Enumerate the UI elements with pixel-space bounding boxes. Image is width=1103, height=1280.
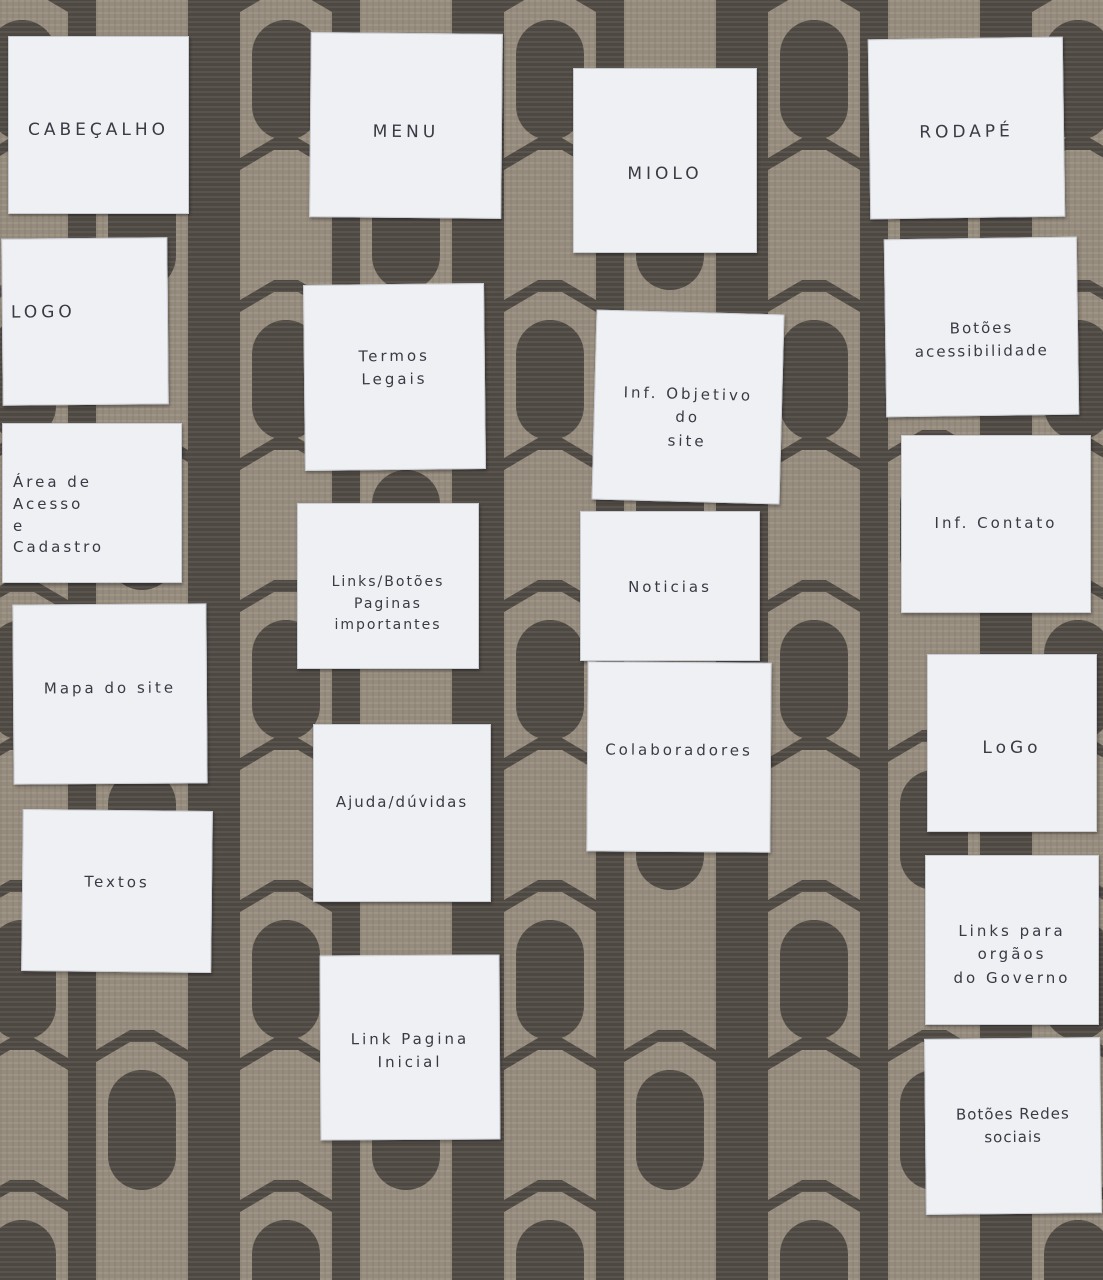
card-miolo-label: MIOLO xyxy=(627,164,703,184)
card-cabecalho-label: CABEÇALHO xyxy=(27,120,170,140)
photo-scene: CABEÇALHO MENU MIOLO RODAPÉ LOGO Termos … xyxy=(0,0,1103,1280)
card-mapa-site[interactable]: Mapa do site xyxy=(12,603,208,785)
card-miolo[interactable]: MIOLO xyxy=(573,68,757,253)
card-menu-label: MENU xyxy=(372,121,440,143)
card-inf-objetivo[interactable]: Inf. Objetivo do site xyxy=(591,309,785,505)
card-rodape[interactable]: RODAPÉ xyxy=(867,36,1066,220)
card-inf-objetivo-label: Inf. Objetivo do site xyxy=(623,383,754,450)
card-logo-header-label: LOGO xyxy=(10,302,76,323)
card-links-botoes-label: Links/Botões Paginas importantes xyxy=(331,574,445,634)
card-logo-header[interactable]: LOGO xyxy=(1,237,169,406)
card-noticias[interactable]: Noticias xyxy=(580,511,760,661)
card-colaboradores[interactable]: Colaboradores xyxy=(586,661,772,853)
card-links-orgaos[interactable]: Links para orgãos do Governo xyxy=(925,855,1099,1025)
card-area-acesso-label: Área de Acesso e Cadastro xyxy=(13,473,105,557)
card-link-pagina-inicial-label: Link Pagina Inicial xyxy=(350,1029,470,1072)
card-mapa-site-label: Mapa do site xyxy=(43,678,177,698)
card-ajuda-duvidas[interactable]: Ajuda/dúvidas xyxy=(313,724,491,902)
card-botoes-acessibilidade[interactable]: Botões acessibilidade xyxy=(883,236,1080,418)
card-ajuda-duvidas-label: Ajuda/dúvidas xyxy=(335,793,469,811)
card-rodape-label: RODAPÉ xyxy=(919,121,1014,143)
card-links-botoes[interactable]: Links/Botões Paginas importantes xyxy=(297,503,479,669)
card-botoes-acessibilidade-label: Botões acessibilidade xyxy=(914,318,1049,362)
card-inf-contato[interactable]: Inf. Contato xyxy=(901,435,1091,613)
card-link-pagina-inicial[interactable]: Link Pagina Inicial xyxy=(319,954,501,1141)
card-textos-label: Textos xyxy=(84,872,150,892)
card-termos-legais[interactable]: Termos Legais xyxy=(303,283,486,471)
card-botoes-redes-sociais-label: Botões Redes sociais xyxy=(955,1104,1070,1147)
card-noticias-label: Noticias xyxy=(628,578,712,596)
card-links-orgaos-label: Links para orgãos do Governo xyxy=(953,922,1071,987)
card-inf-contato-label: Inf. Contato xyxy=(934,514,1058,532)
card-menu[interactable]: MENU xyxy=(309,32,503,219)
card-textos[interactable]: Textos xyxy=(21,809,213,973)
card-logo-footer[interactable]: LoGo xyxy=(927,654,1097,832)
card-colaboradores-label: Colaboradores xyxy=(605,740,753,760)
card-botoes-redes-sociais[interactable]: Botões Redes sociais xyxy=(924,1037,1102,1215)
card-termos-legais-label: Termos Legais xyxy=(358,346,431,389)
card-logo-footer-label: LoGo xyxy=(982,738,1042,758)
card-area-acesso[interactable]: Área de Acesso e Cadastro xyxy=(2,423,182,583)
card-cabecalho[interactable]: CABEÇALHO xyxy=(8,36,189,214)
